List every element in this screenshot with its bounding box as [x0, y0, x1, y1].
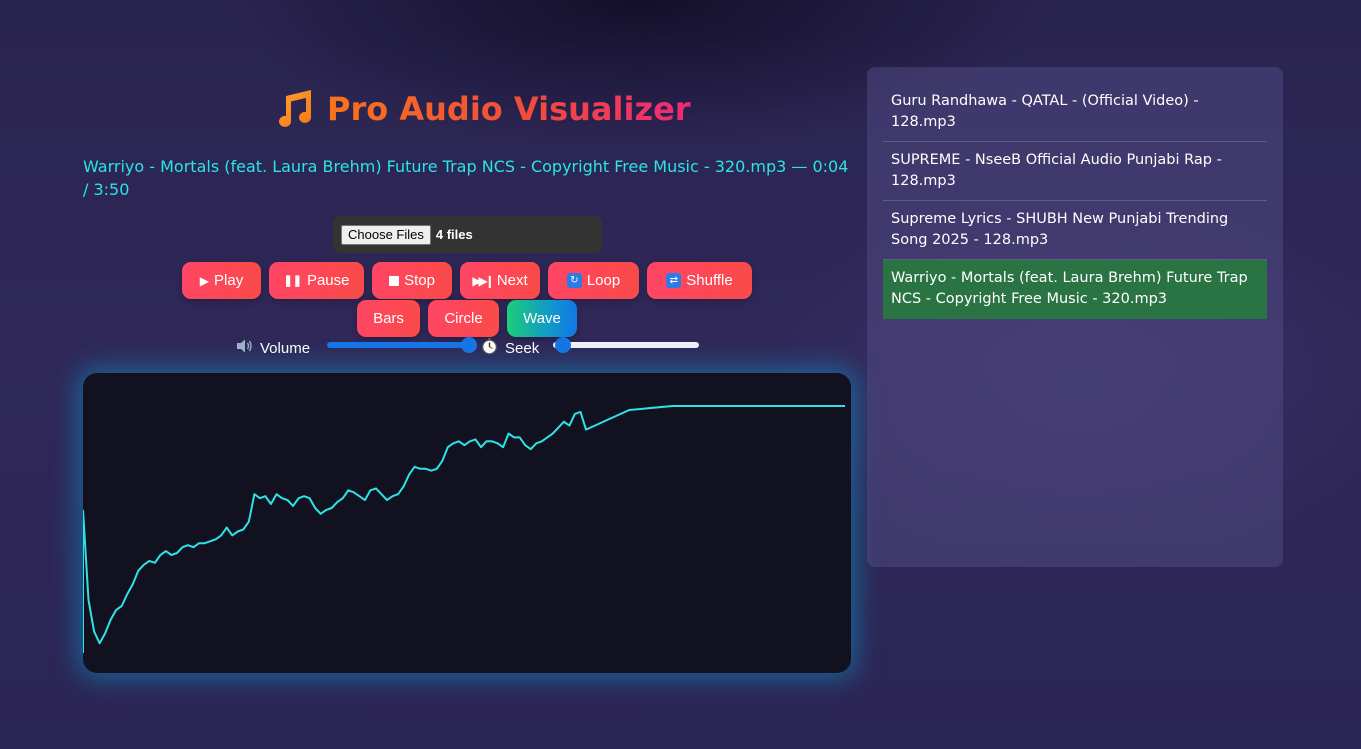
seek-slider[interactable] — [553, 342, 699, 348]
stop-icon — [389, 275, 400, 286]
playlist-item[interactable]: SUPREME - NseeB Official Audio Punjabi R… — [883, 142, 1267, 201]
pause-button[interactable]: ❚❚ Pause — [269, 262, 364, 299]
wave-label: Wave — [523, 310, 561, 327]
next-label: Next — [496, 272, 528, 289]
stopwatch-icon — [481, 337, 498, 359]
bars-label: Bars — [373, 310, 404, 327]
choose-files-button[interactable]: Choose Files — [341, 224, 431, 245]
playlist-item[interactable]: Guru Randhawa - QATAL - (Official Video)… — [883, 83, 1267, 142]
now-playing-text: Warriyo - Mortals (feat. Laura Brehm) Fu… — [83, 157, 849, 199]
playlist: Guru Randhawa - QATAL - (Official Video)… — [867, 67, 1283, 567]
app-title: Pro Audio Visualizer — [273, 86, 691, 132]
file-input[interactable]: Choose Files 4 files — [333, 216, 602, 253]
next-track-icon: ▶▶❙ — [472, 273, 494, 288]
volume-control: Volume — [235, 337, 310, 359]
wave-mode-button[interactable]: Wave — [507, 300, 577, 337]
shuffle-button[interactable]: ⇄ Shuffle — [647, 262, 752, 299]
next-button[interactable]: ▶▶❙ Next — [460, 262, 540, 299]
file-count: 4 files — [435, 227, 473, 242]
seek-control: Seek — [481, 337, 539, 359]
bars-mode-button[interactable]: Bars — [357, 300, 420, 337]
play-label: Play — [214, 272, 244, 289]
waveform-svg — [83, 405, 845, 653]
volume-label: Volume — [260, 339, 311, 357]
volume-slider-thumb[interactable] — [461, 337, 477, 353]
circle-mode-button[interactable]: Circle — [428, 300, 499, 337]
seek-slider-thumb[interactable] — [555, 337, 572, 353]
stop-button[interactable]: Stop — [372, 262, 452, 299]
play-button[interactable]: ▶ Play — [182, 262, 261, 299]
visualizer-canvas — [83, 373, 851, 673]
shuffle-icon: ⇄ — [666, 273, 682, 288]
loop-label: Loop — [586, 272, 621, 289]
seek-label: Seek — [505, 339, 540, 357]
play-icon: ▶ — [199, 273, 210, 288]
pause-icon: ❚❚ — [283, 275, 302, 287]
pause-label: Pause — [306, 272, 350, 289]
circle-label: Circle — [444, 310, 483, 327]
stop-label: Stop — [404, 272, 435, 289]
music-notes-icon — [273, 88, 315, 130]
volume-slider[interactable] — [327, 342, 469, 348]
waveform-line — [83, 405, 845, 653]
loop-icon: ↻ — [566, 273, 582, 288]
playlist-item[interactable]: Supreme Lyrics - SHUBH New Punjabi Trend… — [883, 201, 1267, 260]
playlist-item-active[interactable]: Warriyo - Mortals (feat. Laura Brehm) Fu… — [883, 260, 1267, 319]
app-title-text: Pro Audio Visualizer — [327, 90, 691, 128]
speaker-icon — [235, 338, 253, 358]
loop-button[interactable]: ↻ Loop — [548, 262, 639, 299]
shuffle-label: Shuffle — [686, 272, 733, 289]
